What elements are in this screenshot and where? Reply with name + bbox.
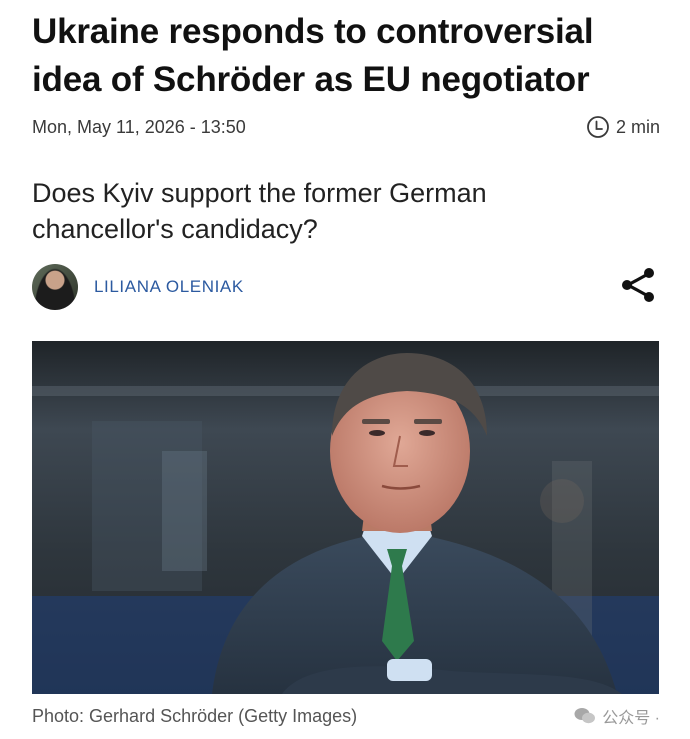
share-button[interactable] [616, 265, 660, 309]
article-subtitle: Does Kyiv support the former German chan… [32, 175, 652, 247]
read-time: 2 min [586, 115, 660, 139]
caption-row: Photo: Gerhard Schröder (Getty Images) 公… [32, 702, 660, 730]
clock-icon [586, 115, 610, 139]
subtitle-line-1: Does Kyiv support the former German [32, 178, 487, 208]
author-row: LILIANA OLENIAK [32, 263, 660, 311]
subtitle-line-2: chancellor's candidacy? [32, 214, 318, 244]
author-avatar[interactable] [32, 264, 78, 310]
headline-line-1: Ukraine responds to controversial [32, 12, 594, 51]
wechat-icon [574, 707, 596, 725]
article-photo [32, 341, 659, 694]
read-time-label: 2 min [615, 116, 660, 137]
headline-line-2: idea of Schröder as EU negotiator [32, 60, 590, 99]
article-meta: Mon, May 11, 2026 - 13:50 2 min [32, 113, 660, 141]
share-icon [618, 265, 658, 310]
photo-caption: Photo: Gerhard Schröder (Getty Images) [32, 705, 358, 726]
article-headline: Ukraine responds to controversial idea o… [32, 8, 662, 104]
author-name-link[interactable]: LILIANA OLENIAK [94, 277, 244, 297]
watermark: 公众号 · [574, 704, 660, 728]
publish-date: Mon, May 11, 2026 - 13:50 [32, 116, 246, 137]
watermark-text: 公众号 · [602, 710, 660, 727]
